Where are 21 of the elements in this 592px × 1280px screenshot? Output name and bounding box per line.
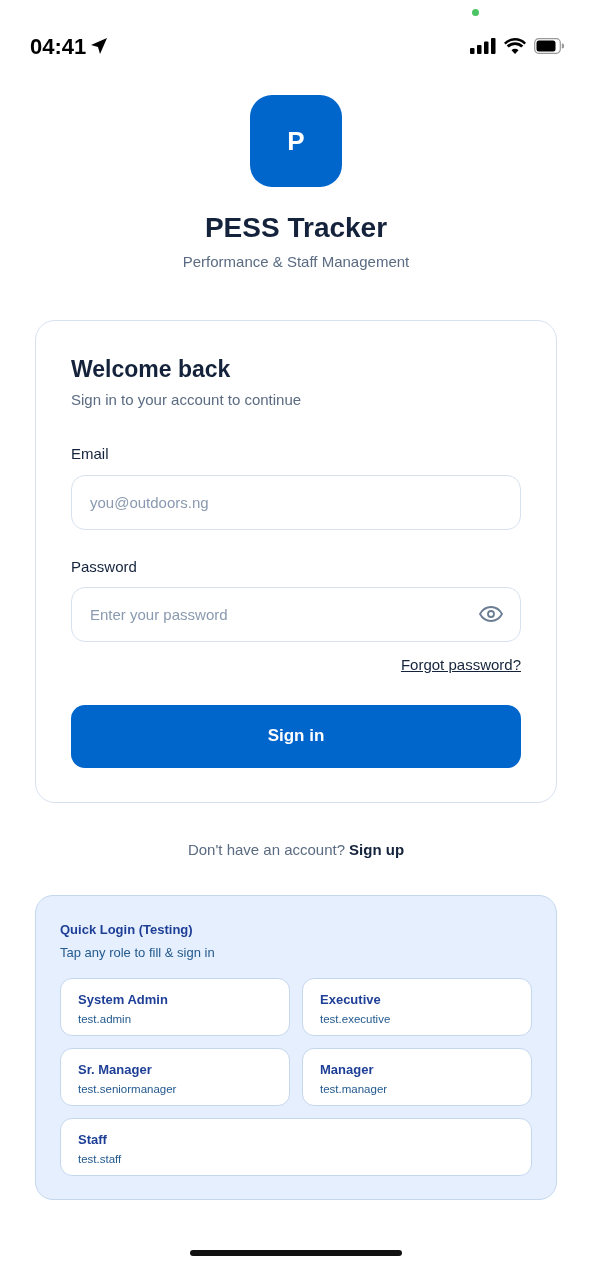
sign-in-button[interactable]: Sign in (71, 704, 521, 768)
card-heading: Welcome back (71, 354, 232, 383)
app-subtitle: Performance & Staff Management (181, 252, 411, 272)
role-button[interactable]: Executive test.executive (302, 978, 532, 1036)
forgot-password-link[interactable]: Forgot password? (400, 654, 521, 677)
app-logo: P (250, 95, 342, 187)
role-button[interactable]: System Admin test.admin (60, 978, 290, 1036)
signup-prompt: Don't have an account? (187, 840, 346, 858)
password-field[interactable]: Enter your password (71, 587, 521, 642)
role-button[interactable]: Sr. Manager test.seniormanager (60, 1048, 290, 1106)
status-time: 04:41 (30, 32, 87, 61)
field-label: Email (71, 444, 110, 464)
panel-title: Quick Login (Testing) (60, 921, 194, 939)
role-button[interactable]: Staff test.staff (60, 1118, 532, 1176)
panel-hint: Tap any role to fill & sign in (60, 943, 216, 962)
email-field[interactable]: you@outdoors.ng (71, 474, 521, 530)
card-subheading: Sign in to your account to continue (71, 389, 303, 410)
role-button[interactable]: Manager test.manager (302, 1048, 532, 1106)
field-label: Password (71, 556, 138, 577)
app-title: PESS Tracker (203, 211, 389, 245)
sign-up-link[interactable]: Sign up (349, 840, 405, 858)
